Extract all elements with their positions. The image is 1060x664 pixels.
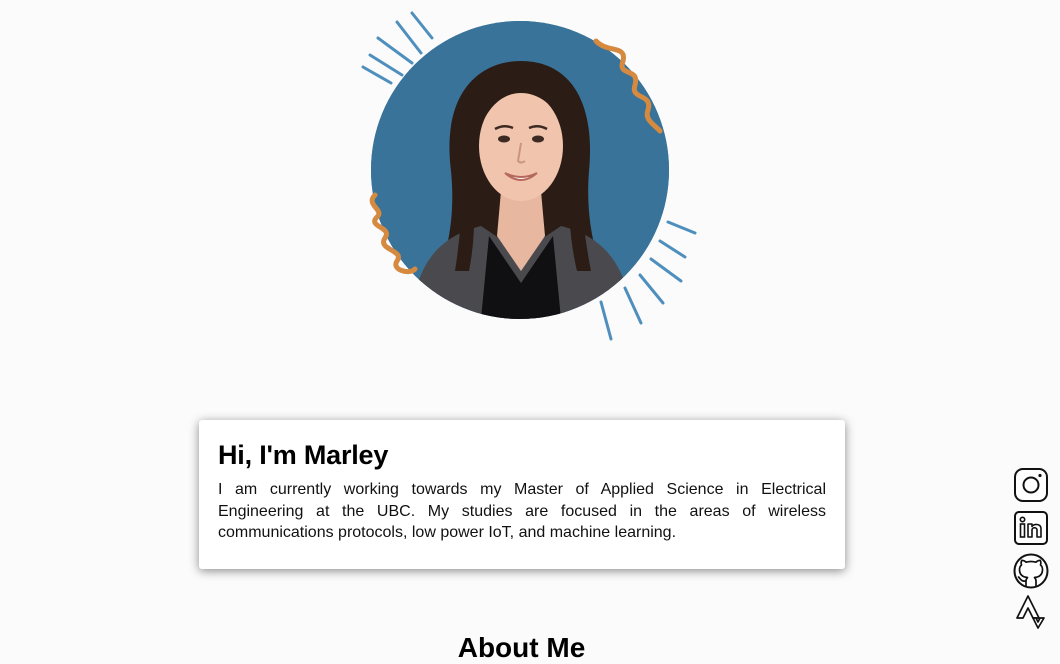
about-me-heading: About Me xyxy=(457,632,586,663)
profile-photo xyxy=(371,21,669,319)
page: Hi, I'm Marley I am currently working to… xyxy=(0,0,1060,664)
github-link[interactable] xyxy=(1010,550,1050,590)
intro-text: I am currently working towards my Master… xyxy=(218,481,826,541)
intro-card: Hi, I'm Marley I am currently working to… xyxy=(199,420,845,569)
intro-title: Hi, I'm Marley xyxy=(218,440,389,470)
strava-link[interactable] xyxy=(1010,593,1050,633)
strava-icon xyxy=(1016,595,1045,629)
github-icon xyxy=(1013,553,1049,589)
person-illustration xyxy=(371,21,669,319)
linkedin-link[interactable] xyxy=(1010,507,1050,547)
social-links xyxy=(1010,464,1054,636)
linkedin-icon xyxy=(1014,511,1048,545)
instagram-icon xyxy=(1014,468,1048,502)
profile-hero xyxy=(355,5,705,350)
instagram-link[interactable] xyxy=(1010,464,1050,504)
